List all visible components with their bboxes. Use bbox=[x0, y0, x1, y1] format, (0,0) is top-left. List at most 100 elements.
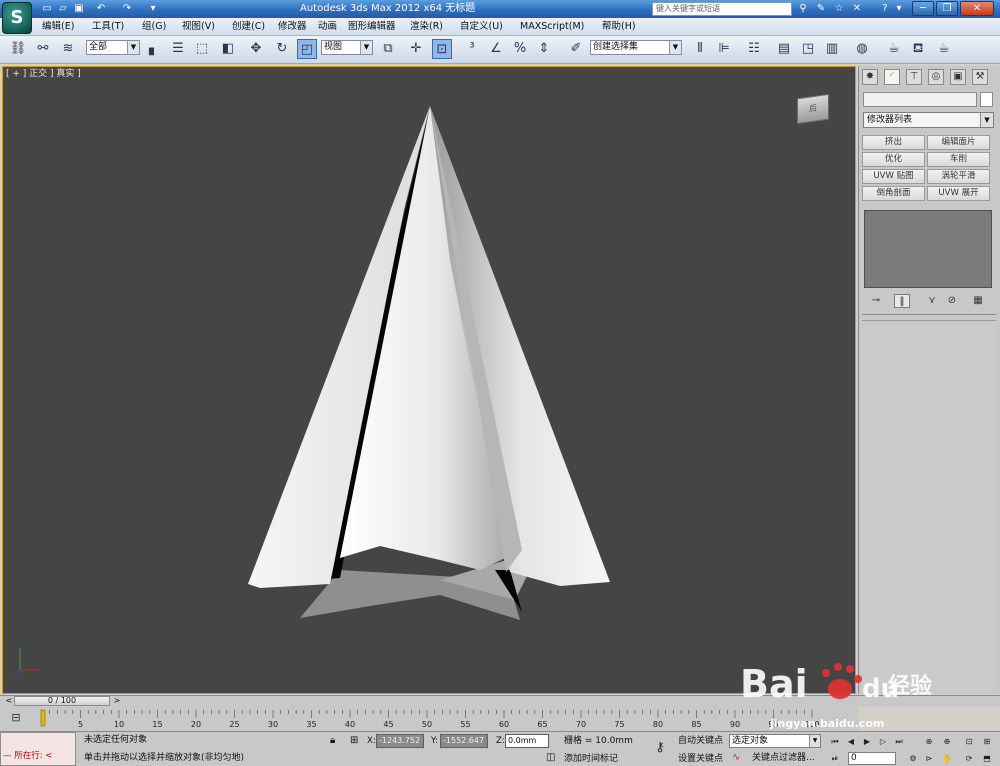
pyramid-mesh-object[interactable] bbox=[240, 100, 620, 630]
select-rotate-icon[interactable]: ↻ bbox=[272, 39, 292, 59]
menu-modifiers[interactable]: 修改器 bbox=[278, 20, 307, 34]
minimize-button[interactable]: ─ bbox=[912, 1, 934, 16]
track-bar-ruler[interactable]: 5 10 15 20 25 30 35 40 45 50 55 60 65 70 75 80 85 90 95 100 bbox=[40, 708, 830, 730]
tools-icon[interactable]: ✎ bbox=[814, 2, 828, 16]
orbit-icon[interactable]: ⟳ bbox=[962, 752, 976, 765]
add-time-tag-button[interactable]: 添加时间标记 bbox=[564, 753, 634, 765]
auto-key-button[interactable]: 自动关键点 bbox=[678, 735, 730, 747]
zoom-all-icon[interactable]: ⊕ bbox=[940, 735, 954, 748]
display-tab-icon[interactable]: ▣ bbox=[950, 69, 966, 85]
menu-customize[interactable]: 自定义(U) bbox=[460, 20, 503, 34]
zoom-extents-icon[interactable]: ⊡ bbox=[962, 735, 976, 748]
modifier-button-edit-patch[interactable]: 编辑面片 bbox=[927, 135, 990, 150]
manipulate-icon[interactable]: ✛ bbox=[406, 39, 426, 59]
key-selection-dropdown[interactable]: 选定对象 ▼ bbox=[729, 734, 821, 748]
pan-hand-icon[interactable]: ✋ bbox=[940, 752, 954, 765]
render-setup-icon[interactable]: ☕ bbox=[884, 39, 904, 59]
help-icon[interactable]: ? bbox=[878, 2, 892, 16]
zoom-icon[interactable]: ⊕ bbox=[922, 735, 936, 748]
material-editor-icon[interactable]: ◍ bbox=[852, 39, 872, 59]
spinner-snap-icon[interactable]: ⇕ bbox=[534, 39, 554, 59]
modifier-button-optimize[interactable]: 优化 bbox=[862, 152, 925, 167]
curve-editor-icon[interactable]: ◳ bbox=[798, 39, 818, 59]
previous-frame-icon[interactable]: ◀ bbox=[844, 735, 858, 748]
select-object-icon[interactable]: ▖ bbox=[144, 39, 164, 59]
configure-modifier-sets-icon[interactable]: ▦ bbox=[970, 294, 986, 308]
pin-stack-icon[interactable]: ⊸ bbox=[868, 294, 884, 308]
zoom-extents-all-icon[interactable]: ⊞ bbox=[980, 735, 994, 748]
align-icon[interactable]: ⊫ bbox=[714, 39, 734, 59]
time-slider-thumb[interactable]: 0 / 100 bbox=[14, 696, 110, 706]
menu-animation[interactable]: 动画 bbox=[318, 20, 337, 34]
snaps-toggle-icon[interactable]: ³ bbox=[462, 39, 482, 59]
undo-icon[interactable]: ↶ bbox=[94, 2, 108, 15]
time-configuration-icon[interactable]: ⚙ bbox=[906, 752, 920, 765]
z-coordinate-field[interactable]: 0.0mm bbox=[505, 734, 549, 748]
modifier-button-uvw-map[interactable]: UVW 贴图 bbox=[862, 169, 925, 184]
modifier-button-lathe[interactable]: 车削 bbox=[927, 152, 990, 167]
absolute-mode-icon[interactable]: ⊞ bbox=[350, 734, 362, 747]
menu-tools[interactable]: 工具(T) bbox=[92, 20, 124, 34]
set-key-button[interactable]: 设置关键点 bbox=[678, 753, 730, 765]
rectangular-selection-icon[interactable]: ⬚ bbox=[192, 39, 212, 59]
field-of-view-icon[interactable]: ⊳ bbox=[922, 752, 936, 765]
link-icon[interactable]: ⛓ bbox=[8, 39, 28, 59]
viewport-label[interactable]: [ + ] 正交 ] 真实 ] bbox=[6, 68, 126, 80]
angle-snap-icon[interactable]: ∠ bbox=[486, 39, 506, 59]
close-button[interactable]: ✕ bbox=[960, 1, 994, 16]
help-dropdown-icon[interactable]: ▾ bbox=[892, 2, 906, 16]
reference-coordinate-dropdown[interactable]: 视图 ▼ bbox=[321, 40, 373, 55]
binoculars-icon[interactable]: ⚲ bbox=[796, 2, 810, 16]
object-color-swatch[interactable] bbox=[980, 92, 993, 107]
play-icon[interactable]: ▶ bbox=[860, 735, 874, 748]
viewcube[interactable]: 后 bbox=[797, 93, 829, 125]
menu-create[interactable]: 创建(C) bbox=[232, 20, 265, 34]
x-coordinate-field[interactable]: -1243.752 bbox=[376, 734, 424, 748]
save-file-icon[interactable]: ▣ bbox=[72, 2, 86, 15]
unlink-icon[interactable]: ⚯ bbox=[33, 39, 53, 59]
go-to-end-icon[interactable]: ⏭ bbox=[892, 735, 906, 748]
open-mini-curve-editor-icon[interactable]: ⊟ bbox=[6, 711, 26, 725]
help-search-input[interactable]: 键入关键字或短语 bbox=[652, 2, 792, 16]
menu-edit[interactable]: 编辑(E) bbox=[42, 20, 74, 34]
menu-help[interactable]: 帮助(H) bbox=[602, 20, 636, 34]
named-selection-sets-dropdown[interactable]: 创建选择集 ▼ bbox=[590, 40, 682, 55]
rendered-frame-window-icon[interactable]: ⛾ bbox=[908, 39, 928, 59]
menu-views[interactable]: 视图(V) bbox=[182, 20, 215, 34]
modifier-button-turbosmooth[interactable]: 涡轮平滑 bbox=[927, 169, 990, 184]
quick-access-dropdown-icon[interactable]: ▾ bbox=[146, 2, 160, 15]
keyboard-shortcut-override-icon[interactable]: ⊡ bbox=[432, 39, 452, 59]
mirror-icon[interactable]: ⫴ bbox=[690, 39, 710, 59]
modifier-button-unwrap-uvw[interactable]: UVW 展开 bbox=[927, 186, 990, 201]
modify-tab-icon[interactable]: ◜ bbox=[884, 69, 900, 85]
key-filters-button[interactable]: 关键点过滤器... bbox=[752, 752, 822, 764]
modifier-button-bevel-profile[interactable]: 倒角剖面 bbox=[862, 186, 925, 201]
new-file-icon[interactable]: ▭ bbox=[40, 2, 54, 15]
hierarchy-tab-icon[interactable]: ⊤ bbox=[906, 69, 922, 85]
percent-snap-icon[interactable]: % bbox=[510, 39, 530, 59]
modifier-button-extrude[interactable]: 挤出 bbox=[862, 135, 925, 150]
menu-rendering[interactable]: 渲染(R) bbox=[410, 20, 443, 34]
motion-tab-icon[interactable]: ◎ bbox=[928, 69, 944, 85]
menu-group[interactable]: 组(G) bbox=[142, 20, 166, 34]
open-file-icon[interactable]: ▱ bbox=[56, 2, 70, 15]
menu-graph-editors[interactable]: 图形编辑器 bbox=[348, 20, 396, 34]
object-name-field[interactable] bbox=[863, 92, 977, 107]
select-scale-icon[interactable]: ◰ bbox=[297, 39, 317, 59]
y-coordinate-field[interactable]: -1552.647 bbox=[440, 734, 488, 748]
select-move-icon[interactable]: ✥ bbox=[246, 39, 266, 59]
maximize-viewport-icon[interactable]: ⬒ bbox=[980, 752, 994, 765]
render-production-icon[interactable]: ☕ bbox=[934, 39, 954, 59]
time-slider-prev-icon[interactable]: < bbox=[4, 696, 14, 706]
go-to-start-icon[interactable]: ⏮ bbox=[828, 735, 842, 748]
selection-filter-dropdown[interactable]: 全部 ▼ bbox=[86, 40, 140, 55]
select-by-name-icon[interactable]: ☰ bbox=[168, 39, 188, 59]
key-mode-icon[interactable]: ⏯ bbox=[828, 752, 842, 765]
create-tab-icon[interactable]: ✸ bbox=[862, 69, 878, 85]
set-key-icon[interactable]: ⚷ bbox=[648, 740, 672, 756]
utilities-tab-icon[interactable]: ⚒ bbox=[972, 69, 988, 85]
modifier-list-dropdown[interactable]: 修改器列表 ▼ bbox=[863, 112, 994, 128]
app-logo-button[interactable]: S bbox=[2, 2, 32, 34]
window-crossing-icon[interactable]: ◧ bbox=[218, 39, 238, 59]
redo-icon[interactable]: ↷ bbox=[120, 2, 134, 15]
